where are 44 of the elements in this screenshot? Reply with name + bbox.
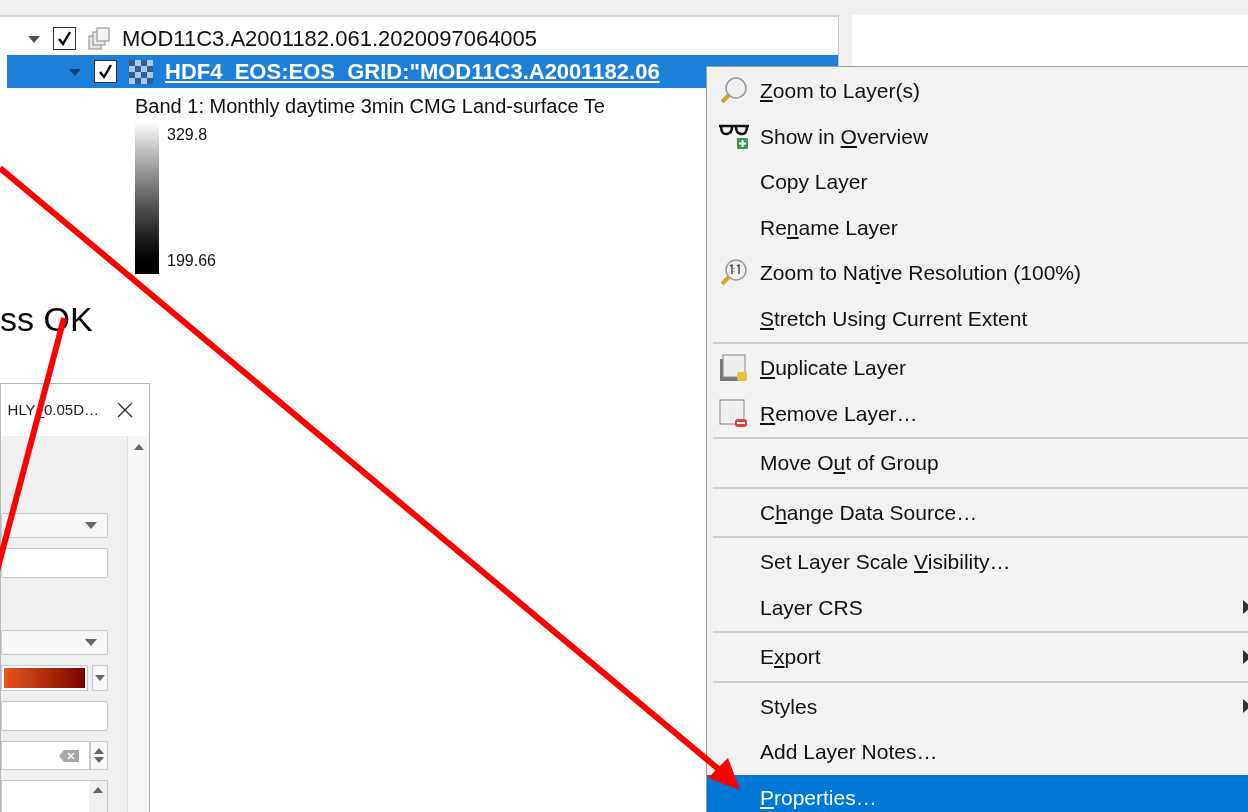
layer-name: HDF4_EOS:EOS_GRID:"MOD11C3.A2001182.06 <box>165 58 660 86</box>
menu-item[interactable]: Rename Layer <box>707 204 1248 250</box>
menu-item[interactable]: Copy Layer <box>707 159 1248 205</box>
dropdown-arrow-icon[interactable] <box>85 638 97 647</box>
menu-item[interactable]: Set Layer Scale Visibility… <box>707 539 1248 585</box>
spin-down-icon <box>94 757 104 763</box>
scroll-up-icon[interactable] <box>93 787 103 793</box>
color-ramp-selector[interactable] <box>1 665 88 691</box>
remove-layer-icon <box>717 398 750 429</box>
input-field[interactable] <box>1 548 108 578</box>
legend-min-value: 199.66 <box>167 251 216 271</box>
close-icon[interactable] <box>117 402 133 418</box>
dropdown[interactable] <box>1 513 108 538</box>
menu-item[interactable]: Stretch Using Current Extent <box>707 295 1248 341</box>
dropdown-arrow-icon <box>95 674 105 682</box>
duplicate-layer-icon <box>717 352 750 383</box>
ramp-menu-button[interactable] <box>92 665 108 691</box>
menu-item[interactable]: Properties… <box>707 774 1248 812</box>
layer-name: MOD11C3.A2001182.061.2020097064005 <box>122 25 538 53</box>
layer-group-icon <box>88 26 110 51</box>
menu-item[interactable]: Move Out of Group <box>707 440 1248 486</box>
collapse-arrow-icon[interactable] <box>27 33 41 44</box>
band-label: Band 1: Monthly daytime 3min CMG Land-surface Te <box>135 94 605 119</box>
menu-item[interactable]: Change Data Source… <box>707 489 1248 535</box>
layer-checkbox[interactable] <box>94 60 117 83</box>
scrollbar[interactable] <box>127 436 149 812</box>
menu-item[interactable]: Remove Layer… <box>707 390 1248 436</box>
input-field[interactable] <box>1 701 108 731</box>
check-mark-icon <box>97 63 114 80</box>
dropdown-arrow-icon[interactable] <box>85 521 97 530</box>
scroll-up-icon[interactable] <box>133 444 144 450</box>
legend-max-value: 329.8 <box>167 125 209 145</box>
menu-item[interactable]: Show in Overview <box>707 113 1248 159</box>
check-mark-icon <box>56 30 73 47</box>
menu-item[interactable]: Styles <box>707 683 1248 729</box>
menu-item[interactable]: Layer CRS <box>707 584 1248 630</box>
raster-layer-icon <box>129 59 153 84</box>
menu-item[interactable]: Add Layer Notes… <box>707 729 1248 775</box>
layer-checkbox[interactable] <box>53 27 76 50</box>
spin-up-icon <box>94 748 104 754</box>
menu-item[interactable]: Export <box>707 634 1248 680</box>
menu-item[interactable]: Zoom to Native Resolution (100%) <box>707 250 1248 296</box>
spin-arrows[interactable] <box>90 741 108 770</box>
menu-item[interactable]: Duplicate Layer <box>707 345 1248 391</box>
